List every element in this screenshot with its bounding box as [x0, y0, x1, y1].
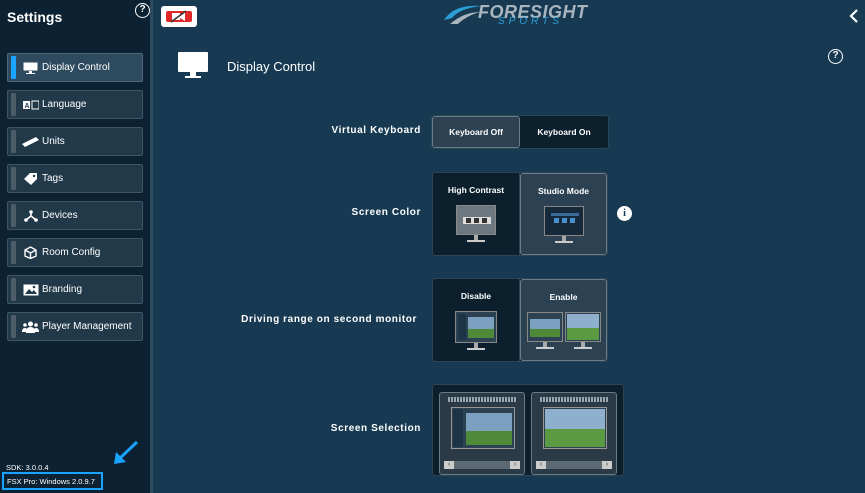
sidebar-item-label: Devices: [42, 210, 78, 221]
screen-preview: [543, 407, 607, 449]
tag-icon: [22, 172, 39, 185]
high-contrast-option[interactable]: High Contrast: [433, 173, 520, 255]
screen-option-1[interactable]: ‹ ›: [439, 392, 525, 475]
scroll-right-icon[interactable]: ›: [602, 461, 612, 469]
devices-icon: [22, 209, 39, 222]
sidebar-title: Settings: [7, 9, 63, 25]
sidebar-item-devices[interactable]: Devices: [7, 201, 143, 230]
scroll-left-icon[interactable]: ‹: [444, 461, 454, 469]
item-bar: [11, 204, 16, 227]
scrollbar[interactable]: ‹ ›: [444, 461, 520, 469]
arrow-annotation-icon: [114, 440, 139, 464]
sidebar-item-label: Display Control: [42, 62, 110, 73]
foresight-logo: FORESIGHT SPORTS: [438, 1, 608, 29]
players-icon: [22, 321, 39, 333]
sidebar-item-language[interactable]: A Language: [7, 90, 143, 119]
item-bar: [11, 241, 16, 264]
item-bar: [11, 130, 16, 153]
item-bar: [11, 315, 16, 338]
item-bar: [11, 278, 16, 301]
option-label: Disable: [460, 291, 492, 301]
screen-preview: [451, 407, 515, 449]
keyboard-on-option[interactable]: Keyboard On: [520, 116, 608, 148]
sidebar-item-display-control[interactable]: Display Control: [7, 53, 143, 82]
sidebar-item-units[interactable]: Units: [7, 127, 143, 156]
sidebar-item-label: Branding: [42, 284, 83, 295]
virtual-keyboard-toggle: Keyboard Off Keyboard On: [431, 115, 609, 149]
screen-color-toggle: High Contrast Studio Mode: [432, 172, 608, 256]
chevron-left-icon[interactable]: [848, 8, 860, 24]
studio-mode-preview: [543, 206, 584, 243]
monitor-icon: [22, 62, 39, 74]
keyboard-off-option[interactable]: Keyboard Off: [432, 116, 521, 148]
item-bar: [11, 167, 16, 190]
active-indicator: [11, 56, 16, 79]
virtual-keyboard-label: Virtual Keyboard: [331, 125, 421, 136]
high-contrast-preview: [456, 205, 496, 242]
option-label: Keyboard On: [537, 127, 591, 137]
ruler-icon: [22, 136, 39, 148]
driving-range-label: Driving range on second monitor: [241, 314, 417, 325]
sidebar-item-label: Language: [42, 99, 87, 110]
sidebar-item-tags[interactable]: Tags: [7, 164, 143, 193]
sidebar-item-label: Player Management: [42, 321, 132, 332]
sidebar: Settings ? Display Control A Language Un…: [0, 0, 153, 493]
camera-toggle-button[interactable]: [161, 6, 197, 27]
dual-monitor-preview: [526, 312, 601, 349]
screen-option-2[interactable]: ‹ ›: [531, 392, 617, 475]
sidebar-item-label: Tags: [42, 173, 64, 184]
single-monitor-preview: [455, 311, 497, 350]
scrollbar[interactable]: ‹ ›: [536, 461, 612, 469]
sidebar-item-player-management[interactable]: Player Management: [7, 312, 143, 341]
option-label: High Contrast: [447, 185, 505, 195]
driving-range-toggle: Disable Enable: [432, 278, 608, 362]
sidebar-item-branding[interactable]: Branding: [7, 275, 143, 304]
option-label: Enable: [549, 292, 578, 302]
fsx-version: FSX Pro: Windows 2.0.9.7: [2, 472, 103, 490]
svg-text:A: A: [24, 103, 29, 110]
cube-icon: [22, 246, 39, 259]
info-icon[interactable]: i: [617, 206, 632, 221]
page-help-icon[interactable]: ?: [828, 49, 843, 64]
help-icon[interactable]: ?: [135, 3, 150, 18]
logo-subtext: SPORTS: [498, 16, 563, 27]
image-icon: [22, 284, 39, 296]
studio-mode-option[interactable]: Studio Mode: [520, 173, 607, 255]
option-label: Keyboard Off: [449, 127, 503, 137]
language-icon: A: [22, 99, 39, 111]
sidebar-item-label: Units: [42, 136, 65, 147]
screen-color-label: Screen Color: [351, 207, 421, 218]
scroll-right-icon[interactable]: ›: [510, 461, 520, 469]
display-monitor-icon: [178, 52, 208, 78]
sidebar-item-label: Room Config: [42, 247, 101, 258]
page-title: Display Control: [227, 59, 316, 74]
item-bar: [11, 93, 16, 116]
screen-selection-label: Screen Selection: [330, 423, 421, 434]
scroll-left-icon[interactable]: ‹: [536, 461, 546, 469]
option-label: Studio Mode: [538, 186, 589, 196]
sidebar-item-room-config[interactable]: Room Config: [7, 238, 143, 267]
enable-option[interactable]: Enable: [520, 279, 607, 361]
disable-option[interactable]: Disable: [433, 279, 520, 361]
sdk-version: SDK: 3.0.0.4: [6, 463, 49, 472]
camera-toggle-icon: [166, 10, 192, 23]
